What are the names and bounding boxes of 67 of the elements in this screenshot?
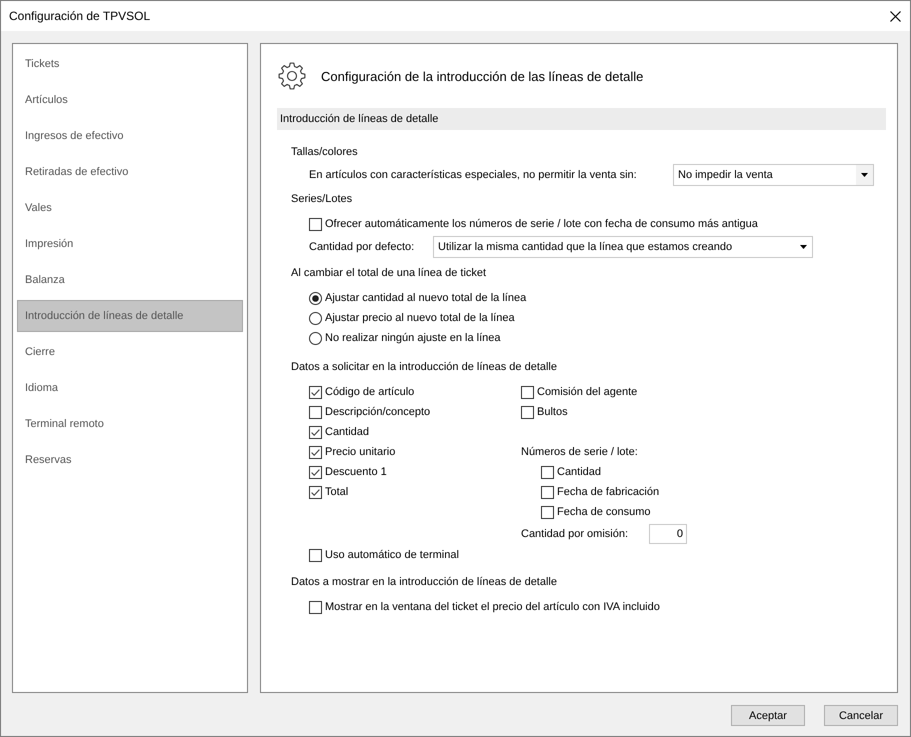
sidebar-item[interactable]: Impresión	[17, 228, 243, 260]
number-field[interactable]: 0	[649, 524, 687, 544]
checkbox[interactable]	[541, 486, 554, 498]
checkbox[interactable]	[521, 406, 534, 418]
window-title: Configuración de TPVSOL	[9, 9, 150, 23]
accept-button[interactable]: Aceptar	[731, 705, 805, 726]
sidebar-item[interactable]: Tickets	[17, 48, 243, 80]
cancel-button[interactable]: Cancelar	[824, 705, 898, 726]
checkbox[interactable]	[309, 486, 322, 498]
checkbox-label: Uso automático de terminal	[325, 549, 459, 561]
sidebar-item[interactable]: Artículos	[17, 84, 243, 116]
sidebar-item[interactable]: Balanza	[17, 264, 243, 296]
checkbox-label: Cantidad	[557, 466, 602, 478]
checkbox-label: Mostrar en la ventana del ticket el precio del artículo con IVA incluido	[325, 601, 660, 613]
checkbox[interactable]	[309, 548, 322, 562]
sidebar-item[interactable]: Vales	[17, 192, 243, 224]
group-heading: Al cambiar el total de una línea de ticket	[291, 267, 486, 279]
sidebar-item[interactable]: Reservas	[17, 444, 243, 476]
checkbox-label: Comisión del agente	[537, 386, 638, 398]
subgroup-heading: Números de serie / lote:	[521, 446, 638, 458]
radio-button[interactable]	[309, 312, 322, 324]
checkbox[interactable]	[309, 386, 322, 398]
checkbox-label: Total	[325, 486, 348, 498]
close-icon	[890, 10, 900, 22]
checkbox[interactable]	[309, 218, 322, 230]
gear-icon	[278, 62, 306, 90]
radio-button[interactable]	[309, 292, 322, 304]
group-heading: Series/Lotes	[291, 193, 352, 205]
dropdown[interactable]: No impedir la venta	[673, 164, 874, 186]
radio-button[interactable]	[309, 332, 322, 344]
sidebar-item[interactable]: Idioma	[17, 372, 243, 404]
caret-icon	[800, 245, 807, 249]
field-label: Cantidad por defecto:	[309, 241, 416, 253]
checkbox[interactable]	[309, 446, 322, 458]
checkbox-label: Bultos	[537, 406, 568, 418]
checkbox[interactable]	[541, 506, 554, 518]
checkbox-label: Código de artículo	[325, 386, 414, 398]
sidebar-item[interactable]: Ingresos de efectivo	[17, 120, 243, 152]
checkbox-label: Cantidad	[325, 426, 370, 438]
caret-icon	[861, 173, 868, 177]
sidebar-item[interactable]: Terminal remoto	[17, 408, 243, 440]
checkbox[interactable]	[309, 600, 322, 614]
checkbox-label: Fecha de fabricación	[557, 486, 660, 498]
checkbox[interactable]	[309, 466, 322, 478]
radio-label: No realizar ningún ajuste en la línea	[325, 332, 501, 344]
group-heading: Datos a mostrar en la introducción de líneas de detalle	[291, 576, 557, 588]
field-label: Cantidad por omisión:	[521, 528, 630, 540]
radio-label: Ajustar cantidad al nuevo total de la línea	[325, 292, 526, 304]
checkbox[interactable]	[309, 426, 322, 438]
sidebar-item[interactable]: Introducción de líneas de detalle	[17, 300, 243, 332]
group-heading: Tallas/colores	[291, 146, 358, 158]
sidebar-item[interactable]: Retiradas de efectivo	[17, 156, 243, 188]
panel-title: Configuración de la introducción de las líneas de detalle	[321, 68, 644, 84]
checkbox-label: Descuento 1	[325, 466, 387, 478]
field-label: En artículos con características especiales, no permitir la venta sin:	[309, 169, 638, 181]
checkbox-label: Ofrecer automáticamente los números de serie / lote con fecha de consumo más antigua	[325, 218, 758, 230]
checkbox[interactable]	[309, 406, 322, 418]
checkbox[interactable]	[521, 386, 534, 398]
checkbox-label: Fecha de consumo	[557, 506, 651, 518]
section-header: Introducción de líneas de detalle	[277, 108, 886, 130]
checkbox-label: Descripción/concepto	[325, 406, 430, 418]
sidebar-item[interactable]: Cierre	[17, 336, 243, 368]
checkbox-label: Precio unitario	[325, 446, 396, 458]
radio-label: Ajustar precio al nuevo total de la línea	[325, 312, 515, 324]
dropdown[interactable]: Utilizar la misma cantidad que la línea que estamos creando	[433, 236, 813, 258]
group-heading: Datos a solicitar en la introducción de líneas de detalle	[291, 361, 557, 373]
checkbox[interactable]	[541, 466, 554, 478]
